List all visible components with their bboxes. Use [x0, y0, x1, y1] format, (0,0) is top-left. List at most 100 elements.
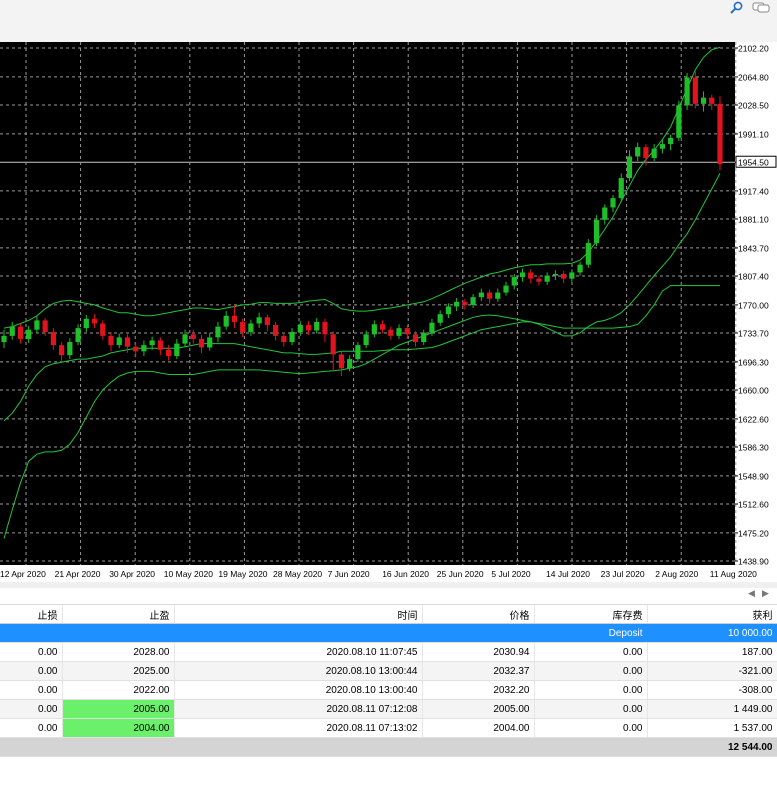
- cell-time: 2020.08.11 07:13:02: [174, 718, 423, 738]
- candle-body: [264, 317, 270, 326]
- cell-tp: 2028.00: [62, 642, 175, 662]
- search-icon[interactable]: [727, 1, 747, 15]
- y-tick-label: 1843.70: [738, 243, 769, 253]
- candle-body: [412, 334, 419, 343]
- cell-profit: -308.00: [647, 680, 777, 700]
- y-tick-label: 1881.10: [738, 215, 769, 225]
- candle[interactable]: [684, 72, 690, 111]
- candle-body: [643, 147, 649, 158]
- candle-body: [314, 321, 320, 331]
- candle-body: [659, 144, 665, 149]
- candle-body: [503, 285, 509, 293]
- cell-sl: 0.00: [0, 718, 63, 738]
- chat-icon[interactable]: [751, 1, 771, 15]
- candle-body: [371, 324, 377, 335]
- cell-profit: -321.00: [647, 661, 777, 681]
- deposit-label: Deposit: [534, 623, 648, 643]
- horizontal-scrollbar[interactable]: ◀ ▶: [0, 588, 777, 605]
- candle-body: [635, 147, 641, 157]
- candle-body: [338, 354, 345, 369]
- candle-body: [305, 325, 312, 331]
- candle-body: [100, 323, 106, 336]
- candle-body: [454, 301, 460, 307]
- cell-profit: 187.00: [647, 642, 777, 662]
- candle-body: [124, 337, 131, 347]
- x-tick-label: 30 Apr 2020: [109, 569, 155, 579]
- candle-body: [478, 292, 484, 298]
- col-header-profit[interactable]: 获利: [647, 605, 777, 624]
- candle-body: [83, 318, 89, 329]
- candle-body: [626, 156, 633, 179]
- x-tick-label: 23 Jul 2020: [601, 569, 645, 579]
- candle[interactable]: [593, 215, 600, 247]
- table-row[interactable]: 0.00 2004.00 2020.08.11 07:13:02 2004.00…: [0, 718, 777, 738]
- candle-body: [322, 321, 328, 335]
- candle-body: [486, 292, 493, 299]
- candle-body: [593, 219, 600, 244]
- x-tick-label: 21 Apr 2020: [55, 569, 101, 579]
- candle-body: [495, 292, 501, 299]
- candle-body: [396, 328, 402, 336]
- price-chart[interactable]: 2102.20 2064.80 2028.50 1991.10 1954.50 1917.…: [0, 42, 777, 582]
- y-tick-label: 1770.00: [738, 300, 769, 310]
- candle[interactable]: [717, 96, 723, 171]
- cell-time: 2020.08.10 11:07:45: [174, 642, 423, 662]
- col-header-tp[interactable]: 止盈: [62, 605, 175, 624]
- plot-area[interactable]: [0, 42, 735, 582]
- y-tick-label: 1733.70: [738, 329, 769, 339]
- candle-body: [182, 334, 188, 344]
- x-tick-label: 19 May 2020: [218, 569, 267, 579]
- y-tick-label: 2102.20: [738, 44, 769, 54]
- y-tick-label: 1991.10: [738, 129, 769, 139]
- candle-body: [190, 334, 196, 339]
- candle-body: [684, 77, 690, 106]
- candle[interactable]: [585, 239, 591, 268]
- x-tick-label: 25 Jun 2020: [437, 569, 484, 579]
- y-tick-label: 1807.40: [738, 272, 769, 282]
- candle-body: [289, 331, 295, 343]
- y-tick-label: 1917.40: [738, 186, 769, 196]
- candle-body: [569, 272, 575, 279]
- col-header-sl[interactable]: 止损: [0, 605, 63, 624]
- cell-tp: 2004.00: [62, 718, 175, 738]
- y-tick-label: 1954.50: [738, 158, 769, 168]
- table-row[interactable]: 0.00 2025.00 2020.08.10 13:00:44 2032.37…: [0, 661, 777, 681]
- cell-sl: 0.00: [0, 661, 63, 681]
- x-tick-label: 10 May 2020: [164, 569, 213, 579]
- candle-body: [59, 345, 65, 356]
- scroll-left-icon[interactable]: ◀: [748, 589, 755, 599]
- x-tick-label: 28 May 2020: [273, 569, 322, 579]
- candle-body: [34, 320, 40, 330]
- candle[interactable]: [676, 100, 682, 141]
- x-axis-labels: 12 Apr 2020 21 Apr 2020 30 Apr 2020 10 May …: [0, 565, 777, 582]
- candle-body: [429, 322, 435, 333]
- scroll-right-icon[interactable]: ▶: [762, 589, 769, 599]
- col-header-price[interactable]: 价格: [422, 605, 535, 624]
- col-header-time[interactable]: 时间: [174, 605, 423, 624]
- candle-body: [26, 329, 32, 339]
- candle-body: [437, 314, 443, 323]
- cell-price: 2032.37: [422, 661, 535, 681]
- deposit-row[interactable]: Deposit 10 000.00: [0, 623, 777, 643]
- cell-swap: 0.00: [534, 718, 648, 738]
- candle-body: [207, 337, 213, 348]
- candle-body: [108, 335, 114, 346]
- x-tick-label: 12 Apr 2020: [0, 569, 46, 579]
- deposit-amount: 10 000.00: [647, 623, 777, 643]
- table-row[interactable]: 0.00 2028.00 2020.08.10 11:07:45 2030.94…: [0, 642, 777, 662]
- col-header-swap[interactable]: 库存费: [534, 605, 648, 624]
- cell-time: 2020.08.11 07:12:08: [174, 699, 423, 719]
- cell-swap: 0.00: [534, 680, 648, 700]
- cell-price: 2032.20: [422, 680, 535, 700]
- candle-body: [651, 148, 657, 158]
- cell-tp: 2025.00: [62, 661, 175, 681]
- table-row[interactable]: 0.00 2022.00 2020.08.10 13:00:40 2032.20…: [0, 680, 777, 700]
- candle-body: [717, 103, 723, 165]
- candle-body: [9, 326, 15, 336]
- candle-body: [50, 331, 56, 346]
- candle-body: [174, 343, 180, 356]
- candle-body: [297, 325, 303, 332]
- candle-body: [676, 105, 682, 138]
- chart-canvas[interactable]: 2102.20 2064.80 2028.50 1991.10 1954.50 1917.…: [0, 42, 777, 582]
- table-row[interactable]: 0.00 2005.00 2020.08.11 07:12:08 2005.00…: [0, 699, 777, 719]
